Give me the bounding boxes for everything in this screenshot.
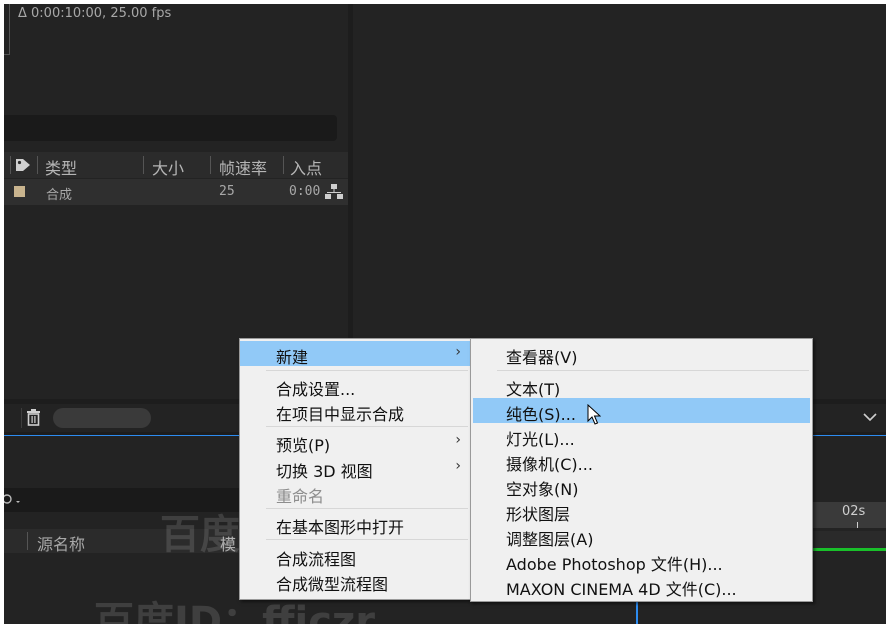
bit-depth-pill[interactable] <box>53 408 151 428</box>
comp-info-text: Δ 0:00:10:00, 25.00 fps <box>18 6 172 21</box>
menu-item-preview[interactable]: 预览(P) › <box>240 429 471 455</box>
submenu-item-solid[interactable]: 纯色(S)... <box>473 398 810 424</box>
menu-item-comp-flowchart[interactable]: 合成流程图 <box>240 543 471 569</box>
time-ruler[interactable]: 02s <box>810 502 886 528</box>
submenu-item-shape-layer[interactable]: 形状图层 <box>471 498 812 524</box>
new-submenu: 查看器(V) 文本(T) 纯色(S)... 灯光(L)... 摄像机(C)...… <box>470 338 813 602</box>
flowchart-icon[interactable] <box>325 184 343 200</box>
menu-item-open-in-essential-graphics[interactable]: 在基本图形中打开 <box>240 511 471 537</box>
context-menu: 新建 › 合成设置... 在项目中显示合成 预览(P) › 切换 3D 视图 ›… <box>239 338 472 600</box>
footer-divider <box>21 408 22 428</box>
submenu-item-camera[interactable]: 摄像机(C)... <box>471 448 812 474</box>
label-color-swatch <box>14 186 25 197</box>
column-size[interactable]: 大小 <box>152 155 184 179</box>
submenu-item-adjustment-layer[interactable]: 调整图层(A) <box>471 523 812 549</box>
submenu-item-photoshop-file[interactable]: Adobe Photoshop 文件(H)... <box>471 548 812 574</box>
submenu-item-cinema4d-file[interactable]: MAXON CINEMA 4D 文件(C)... <box>471 573 812 599</box>
menu-item-rename: 重命名 <box>276 487 325 506</box>
time-marker-label: 02s <box>842 504 866 519</box>
menu-separator <box>266 426 468 427</box>
work-area-green-line <box>810 548 886 551</box>
menu-item-switch-3d-view[interactable]: 切换 3D 视图 › <box>240 455 471 481</box>
submenu-arrow-icon: › <box>455 432 461 448</box>
menu-item-comp-mini-flowchart[interactable]: 合成微型流程图 <box>240 568 471 594</box>
row-in-point: 0:00 <box>289 184 321 199</box>
trash-icon[interactable] <box>26 409 41 426</box>
work-area-bar[interactable] <box>810 531 886 551</box>
project-column-header: 类型 大小 帧速率 入点 <box>4 152 348 178</box>
mouse-pointer-icon <box>587 404 601 425</box>
chevron-down-icon[interactable] <box>863 412 877 422</box>
menu-separator <box>266 370 468 371</box>
menu-separator <box>497 370 809 371</box>
column-in-point[interactable]: 入点 <box>290 155 322 179</box>
submenu-item-viewer[interactable]: 查看器(V) <box>471 341 812 367</box>
project-item-row[interactable]: 合成 25 0:00 <box>4 179 348 205</box>
label-tag-icon[interactable] <box>15 158 31 172</box>
menu-separator <box>266 539 468 540</box>
menu-separator <box>266 508 468 509</box>
comp-thumbnail-frame <box>4 4 10 55</box>
menu-item-comp-settings[interactable]: 合成设置... <box>240 373 471 399</box>
submenu-arrow-icon: › <box>455 344 461 360</box>
menu-item-reveal-in-project[interactable]: 在项目中显示合成 <box>240 398 471 424</box>
project-search-input[interactable] <box>4 115 337 141</box>
column-source-name[interactable]: 源名称 <box>37 531 85 555</box>
submenu-item-light[interactable]: 灯光(L)... <box>471 423 812 449</box>
time-tick <box>857 522 858 528</box>
row-type: 合成 <box>46 188 73 203</box>
submenu-item-null-object[interactable]: 空对象(N) <box>471 473 812 499</box>
search-icon[interactable] <box>4 494 22 506</box>
menu-item-new[interactable]: 新建 › <box>240 341 471 367</box>
submenu-item-text[interactable]: 文本(T) <box>471 373 812 399</box>
row-framerate: 25 <box>219 184 235 199</box>
column-type[interactable]: 类型 <box>45 155 77 179</box>
submenu-arrow-icon: › <box>455 458 461 474</box>
column-framerate[interactable]: 帧速率 <box>219 155 267 179</box>
